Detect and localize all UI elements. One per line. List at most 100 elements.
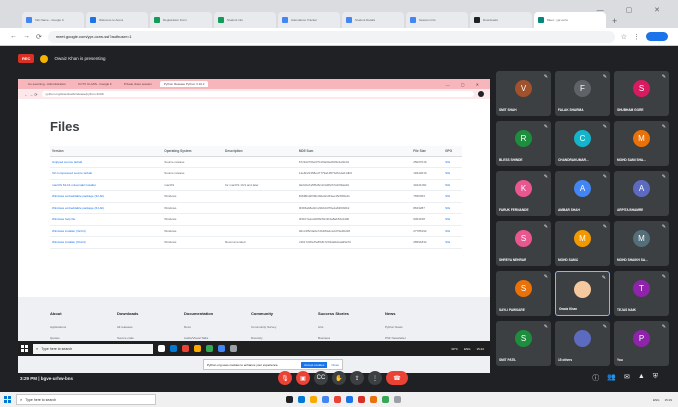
shared-window-controls: — ▢ ✕ [445,81,484,87]
app-icon [218,345,225,352]
table-cell: 0d1c3f5c3a6e72b4f8a4ce2d79a30d18 [296,225,412,237]
participant-tile[interactable]: ✎ C CHANDRAKUMAR... [555,121,610,166]
table-cell: for macOS 10.9 and later [223,179,297,191]
store-icon[interactable] [322,396,329,403]
browser-tab[interactable]: Tab Name - Google C [22,12,84,28]
table-cell: Recommended [223,236,297,249]
participant-avatar: K [515,180,532,197]
participant-avatar: C [574,130,591,147]
footer-link: Arts [318,325,324,329]
participant-tile[interactable]: ✎ R BLESS SHINDE [496,121,551,166]
extensions-icon[interactable]: ⋮ [633,33,640,41]
table-cell: SIG [443,190,462,203]
chrome-icon[interactable] [334,396,341,403]
edge-icon[interactable] [298,396,305,403]
participant-avatar: A [574,180,591,197]
participant-name: You [617,358,623,362]
file-link: Windows installer (64-bit) [50,236,163,249]
present-icon[interactable]: ⇪ [350,371,364,385]
participant-tile[interactable]: ✎ T TEJAS NAIK [614,271,669,316]
raise-hand-icon[interactable]: ✋ [332,371,346,385]
mic-off-icon[interactable]: 🎙 [278,371,292,385]
app-icon[interactable] [394,396,401,403]
participant-tile[interactable]: ✎ P You [614,321,669,366]
browser-tab[interactable]: Meet - ypr-ocrw [534,12,606,28]
table-cell [223,202,297,214]
mic-muted-icon: ✎ [543,274,548,280]
browser-tab-label: Registration Form [163,18,187,22]
table-cell: 25007016 [411,156,444,168]
host-controls-icon[interactable]: ⛨ [653,373,658,383]
table-cell [223,190,297,203]
back-icon[interactable]: ← [10,33,17,40]
file-link: Windows embeddable package (32-bit) [50,190,163,203]
camera-off-icon[interactable]: ▣ [296,371,310,385]
table-cell: 0f4b5ab8e9c1c9b04d7f6e4a63f0b6b2 [296,202,412,214]
participant-tile[interactable]: ✎ S SHUBHAM GORE [614,71,669,116]
os-search-box[interactable]: ⌕ Type here to search [16,394,156,405]
mic-muted-icon: ✎ [661,324,666,330]
captions-icon[interactable]: CC [314,371,328,385]
star-icon[interactable]: ☆ [621,33,627,41]
reload-icon[interactable]: ⟳ [36,33,42,41]
participant-tile[interactable]: ✎ 15 others [555,321,610,366]
participant-tile[interactable]: ✎ F FALAK SHARMA [555,71,610,116]
participant-tile[interactable]: ✎ S SMIT PATIL [496,321,551,366]
chat-icon[interactable]: ✉ [624,373,630,383]
file-link: Windows help file [50,213,163,226]
browser-address-bar: ← → ⟳ meet.google.com/ypr-ocrw-ssl?authu… [0,28,678,46]
browser-tab[interactable]: Attendance Tracker [278,12,340,28]
table-cell: 40441160 [411,179,444,191]
tab-favicon-icon [218,17,224,23]
folder-icon [194,345,201,352]
mic-muted-icon: ✎ [601,275,606,281]
people-icon[interactable]: 👥 [607,373,616,383]
participant-avatar [574,281,591,298]
browser-tab[interactable]: Welcome to Arena [86,12,148,28]
participant-tile[interactable]: ✎ S SHREYA NEHRAR [496,221,551,266]
table-cell [223,156,297,168]
more-options-icon[interactable]: ⋮ [368,371,382,385]
footer-link: Business [318,336,331,340]
forward-icon[interactable]: → [23,33,30,40]
browser-tab[interactable]: Downloads [470,12,532,28]
app-icon[interactable] [370,396,377,403]
info-icon[interactable]: ⓘ [592,373,599,383]
folder-icon[interactable] [310,396,317,403]
participant-tile[interactable]: ✎ V SMIT SHAH [496,71,551,116]
profile-icon[interactable] [646,32,668,41]
participant-tile[interactable]: ✎ K FARUK FERNANDE [496,171,551,216]
tray-item[interactable]: ENG [653,398,660,402]
mic-muted-icon: ✎ [543,324,548,330]
url-input[interactable]: meet.google.com/ypr-ocrw-ssl?authuser=1 [47,30,615,43]
chrome-icon [182,345,189,352]
windows-start-icon[interactable] [4,396,11,403]
participant-tile[interactable]: ✎ M MOHD SHAIKH SA... [614,221,669,266]
windows-start-icon [21,345,28,352]
browser-tab[interactable]: Session Info [406,12,468,28]
tray-item[interactable]: 15:29 [664,398,672,402]
browser-tab[interactable]: Registration Form [150,12,212,28]
task-view-icon[interactable] [286,396,293,403]
participant-tile[interactable]: ✎ Owaiz Khan [555,271,610,316]
app-icon[interactable] [346,396,353,403]
table-header-row: Version Operating System Description MD5 Su… [50,146,462,157]
tab-favicon-icon [538,17,544,23]
participant-tile[interactable]: ✎ A ARPITA BHAMRE [614,171,669,216]
activities-icon[interactable]: ▲ [638,373,645,383]
meeting-time-code: 3:29 PM | bgve-urhw-bns [20,376,74,381]
tray-item: 15:22 [476,346,484,351]
browser-tab[interactable]: Student Details [342,12,404,28]
participant-tile[interactable]: ✎ M MOHD SAMI SHA... [614,121,669,166]
leave-call-icon[interactable]: ☎ [386,371,408,385]
app-icon[interactable] [382,396,389,403]
participant-tile[interactable]: ✎ S SAYLI PAWSARE [496,271,551,316]
table-cell: fb8d8bd2f36b4b6a0cc83ee45c8b5a11 [296,190,412,203]
table-cell: SIG [443,156,462,168]
participant-tile[interactable]: ✎ M MOHD SAMIJ [555,221,610,266]
new-tab-icon[interactable]: + [612,16,617,28]
app-icon[interactable] [358,396,365,403]
participant-tile[interactable]: ✎ A AMBAR SHAH [555,171,610,216]
browser-tab[interactable]: Student info [214,12,276,28]
window-controls[interactable]: — ▢ ✕ [597,6,670,14]
